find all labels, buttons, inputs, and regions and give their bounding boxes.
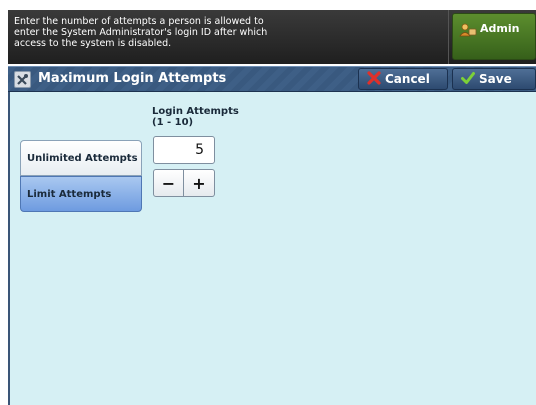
login-attempts-range: (1 - 10) (152, 117, 194, 128)
cancel-x-icon (367, 70, 381, 88)
tools-icon (14, 71, 31, 88)
decrement-button[interactable]: − (153, 169, 184, 197)
page-title: Maximum Login Attempts (38, 71, 227, 86)
content-panel: Unlimited Attempts Limit Attempts Login … (8, 92, 536, 405)
unlimited-attempts-label: Unlimited Attempts (27, 152, 138, 164)
unlimited-attempts-option[interactable]: Unlimited Attempts (20, 140, 142, 176)
limit-attempts-option[interactable]: Limit Attempts (20, 176, 142, 212)
screen: Enter the number of attempts a person is… (8, 10, 536, 405)
cancel-button[interactable]: Cancel (358, 68, 448, 90)
admin-user-icon (459, 23, 477, 37)
login-attempts-label: Login Attempts (1 - 10) (152, 106, 239, 128)
login-attempts-value[interactable]: 5 (153, 136, 215, 164)
limit-attempts-label: Limit Attempts (27, 188, 112, 200)
admin-button[interactable]: Admin (452, 13, 536, 60)
login-attempts-stepper: − + (153, 169, 215, 197)
login-attempts-title: Login Attempts (152, 106, 239, 117)
divider (448, 10, 449, 64)
message-bar: Enter the number of attempts a person is… (8, 10, 536, 64)
instruction-message: Enter the number of attempts a person is… (14, 16, 268, 49)
increment-button[interactable]: + (184, 169, 215, 197)
save-label: Save (479, 72, 512, 86)
title-bar: Maximum Login Attempts Cancel Save (8, 66, 536, 92)
admin-label: Admin (480, 22, 520, 35)
save-button[interactable]: Save (452, 68, 536, 90)
checkmark-icon (461, 71, 475, 88)
cancel-label: Cancel (385, 72, 430, 86)
